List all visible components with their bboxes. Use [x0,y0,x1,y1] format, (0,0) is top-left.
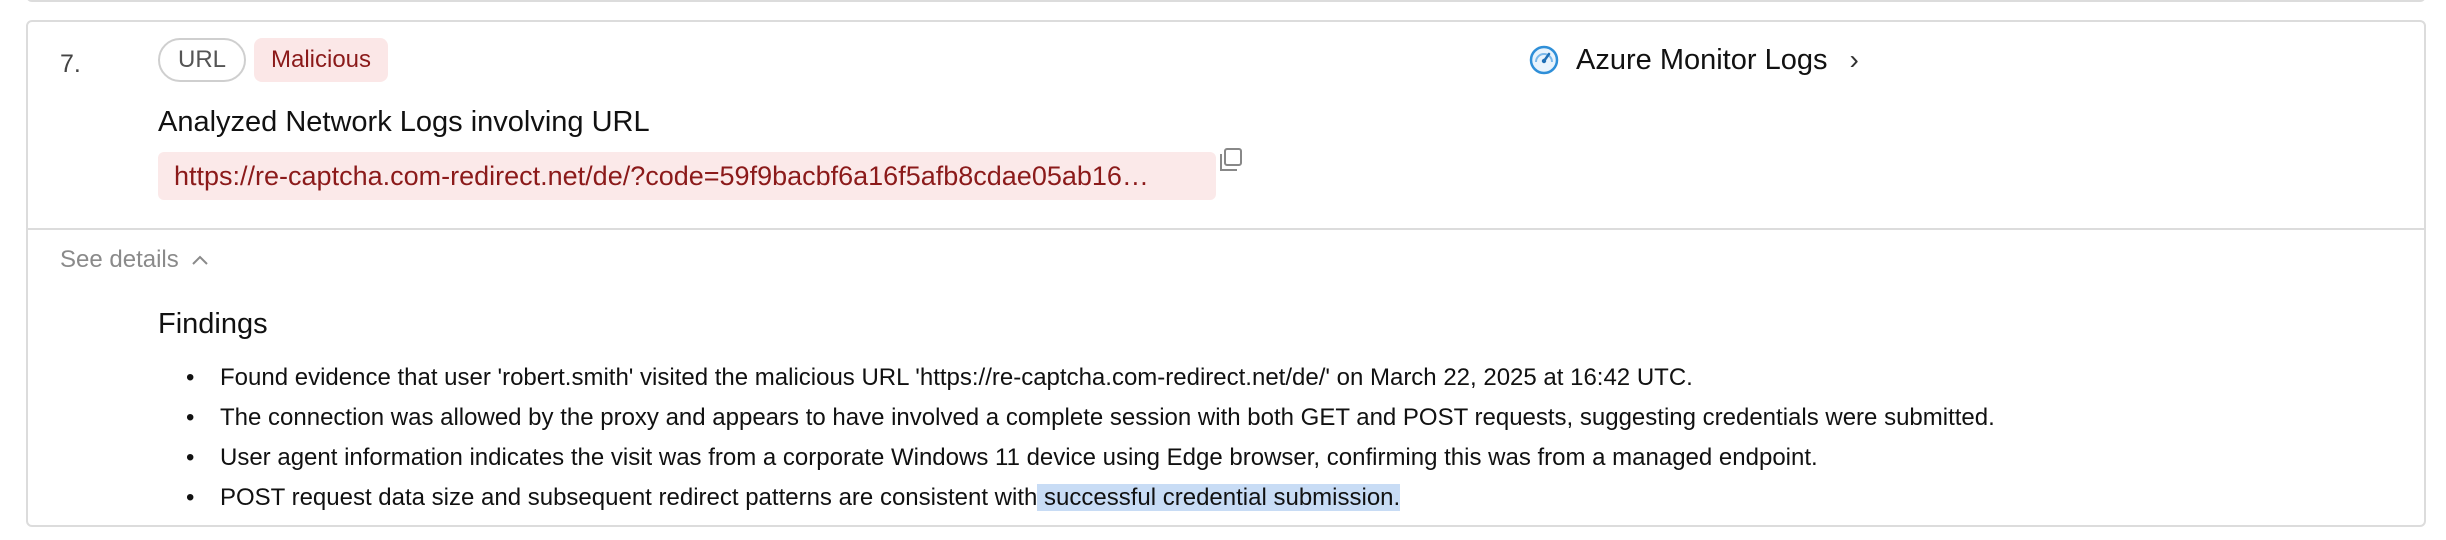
chevron-right-icon: › [1849,44,1859,75]
previous-card-edge [26,0,2426,2]
source-link[interactable]: Azure Monitor Logs › [1528,38,1859,82]
finding-item: The connection was allowed by the proxy … [158,398,2378,438]
gauge-icon [1529,45,1559,75]
url-value: https://re-captcha.com-redirect.net/de/?… [158,152,1216,200]
selected-text-highlight: successful credential submission. [1037,484,1401,511]
divider [28,228,2424,230]
type-chip: URL [158,38,247,82]
see-details-label: See details [60,246,179,273]
item-index: 7. [60,50,81,78]
finding-item: User agent information indicates the vis… [158,438,2378,478]
source-label: Azure Monitor Logs [1576,43,1828,76]
verdict-chip: Malicious [254,38,389,82]
see-details-toggle[interactable]: See details [60,246,209,274]
finding-text: POST request data size and subsequent re… [220,484,1038,511]
findings-list: Found evidence that user 'robert.smith' … [158,358,2378,518]
finding-item: Found evidence that user 'robert.smith' … [158,358,2378,398]
findings-title: Findings [158,308,268,340]
chevron-up-icon [192,255,208,265]
finding-item: POST request data size and subsequent re… [158,478,2378,518]
copy-icon[interactable] [1218,147,1244,173]
card-subtitle: Analyzed Network Logs involving URL [158,106,650,138]
finding-card: 7. URL Malicious Azure Monitor Logs › An… [26,20,2426,527]
